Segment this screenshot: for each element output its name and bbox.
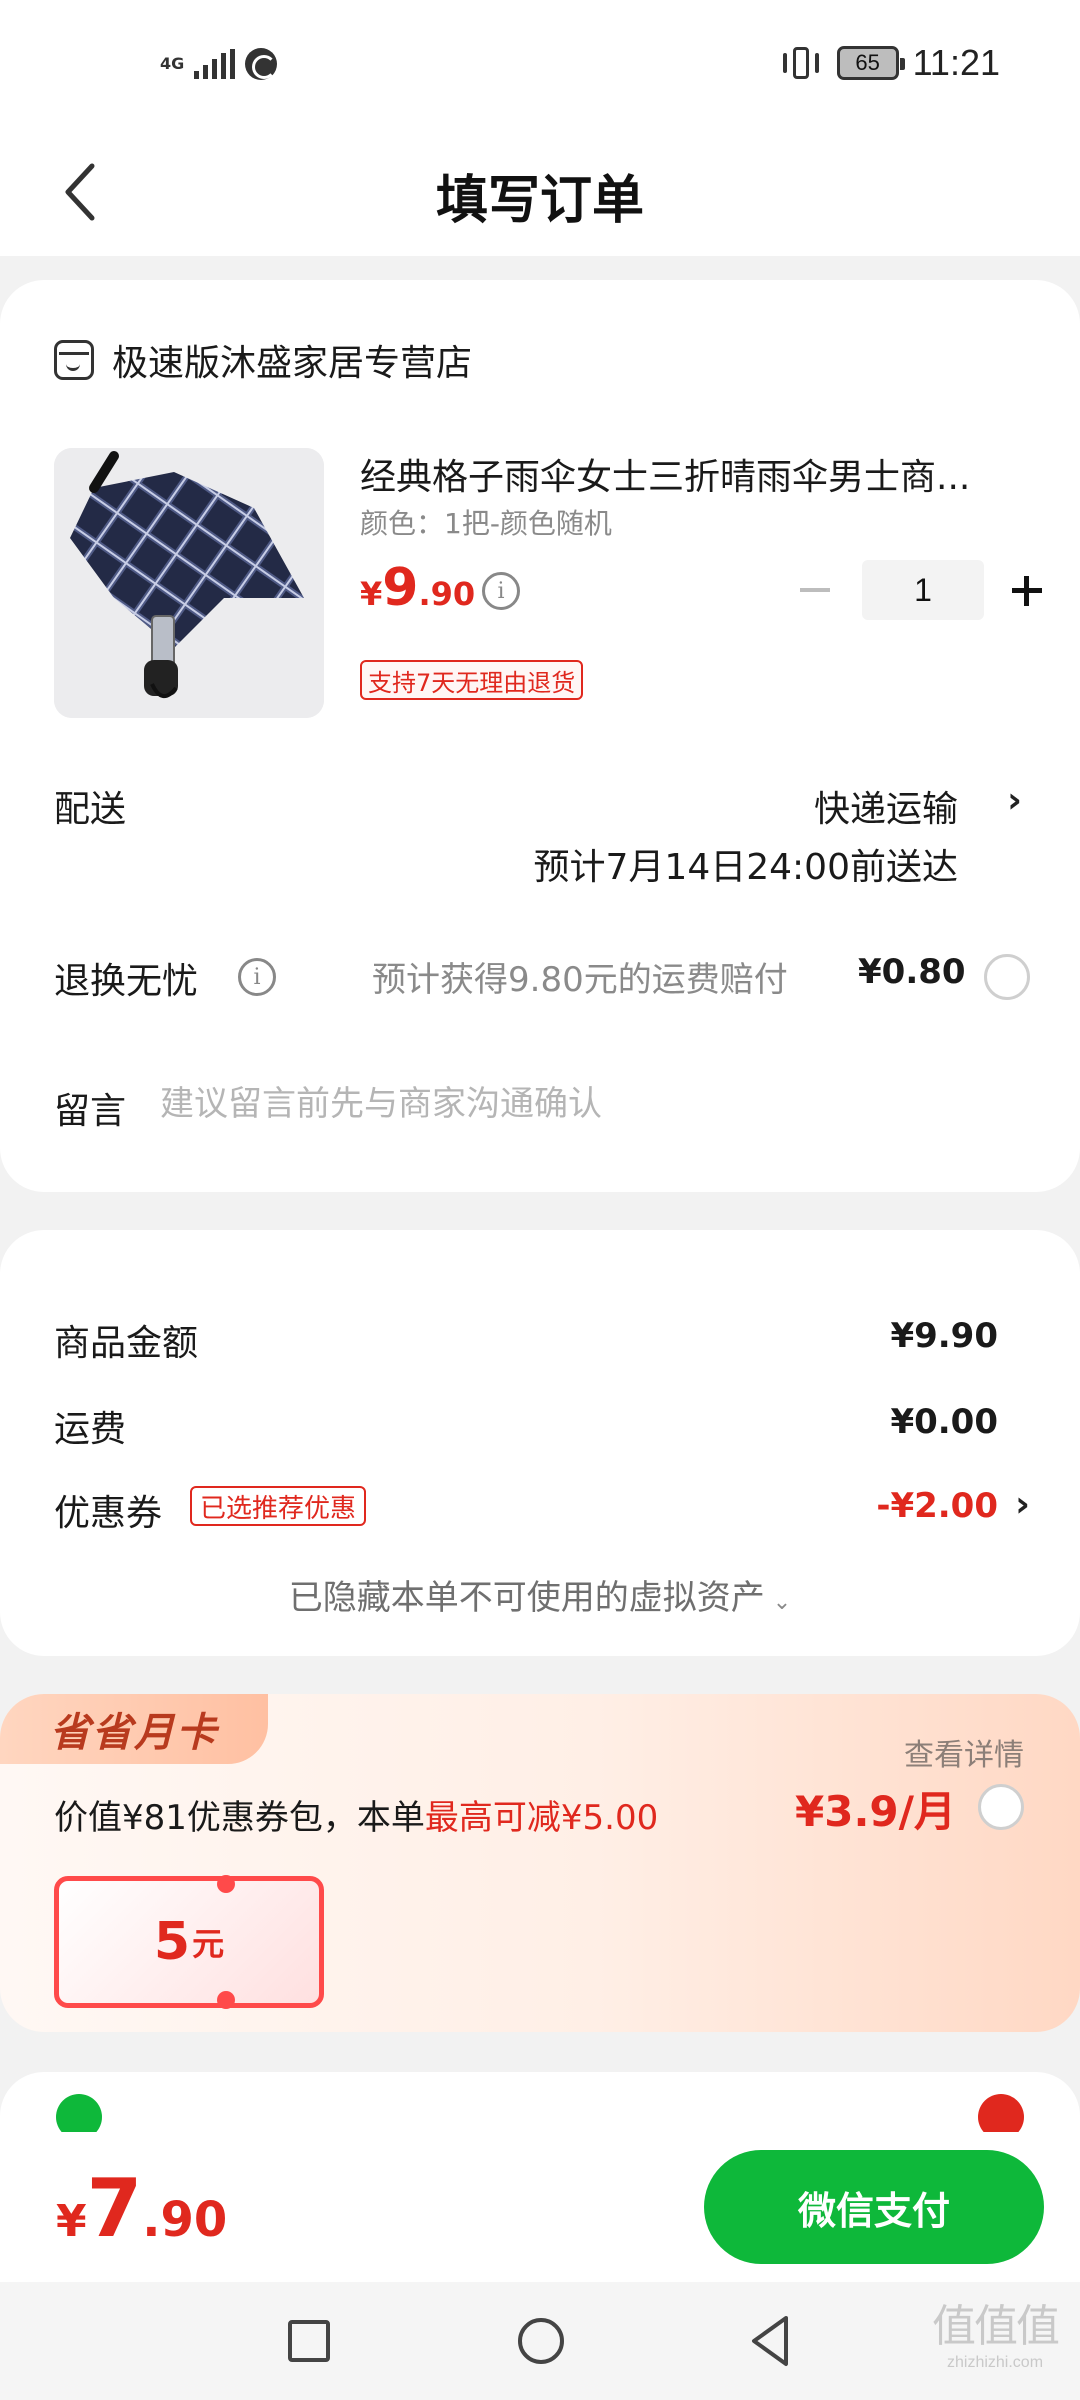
- note-label: 留言: [54, 1091, 127, 1132]
- goods-amount-value: ¥9.90: [890, 1316, 998, 1356]
- product-spec[interactable]: 颜色：1把-颜色随机: [360, 502, 612, 542]
- promo-tag: 省省月卡: [0, 1694, 268, 1764]
- price-info-icon[interactable]: i: [482, 572, 520, 610]
- promo-radio[interactable]: [978, 1784, 1024, 1830]
- bottom-bar: ¥ 7 .90 微信支付: [0, 2132, 1080, 2282]
- price-integer: 9: [382, 558, 419, 618]
- promo-desc-highlight: 最高可减¥5.00: [424, 1798, 659, 1838]
- view-detail-link[interactable]: 查看详情: [904, 1730, 1024, 1774]
- note-input[interactable]: [160, 1078, 1020, 1130]
- quantity-stepper: 1: [790, 560, 1056, 620]
- watermark: 值值值 zhizhizhi.com: [920, 2290, 1070, 2372]
- price-symbol: ¥: [360, 575, 383, 613]
- plus-button[interactable]: [996, 560, 1056, 620]
- hidden-assets-text: 已隐藏本单不可使用的虚拟资产: [288, 1578, 765, 1618]
- watermark-url: zhizhizhi.com: [946, 2354, 1044, 2371]
- order-card: 极速版沐盛家居专营店 经典格子雨伞女士三折晴雨伞男士商... 颜色：1把-颜色随…: [0, 280, 1080, 1192]
- store-row[interactable]: 极速版沐盛家居专营店: [54, 334, 472, 386]
- worry-free-price: ¥0.80: [858, 952, 966, 992]
- status-bar: 4G 65 11:21: [0, 0, 1080, 130]
- umbrella-image: [54, 448, 324, 718]
- worry-free-description: 预计获得9.80元的运费赔付: [372, 960, 788, 1000]
- return-policy-badge: 支持7天无理由退货: [360, 660, 584, 700]
- watermark-logo: 值值值: [932, 2301, 1060, 2352]
- recent-apps-icon[interactable]: [288, 2320, 330, 2362]
- vpn-globe-icon: [245, 48, 278, 80]
- monthly-card-promo: 省省月卡 查看详情 价值¥81优惠券包，本单最高可减¥5.00 ¥3.9/月 5…: [0, 1694, 1080, 2032]
- worry-free-info-icon[interactable]: i: [238, 958, 276, 996]
- delivery-label: 配送: [54, 789, 127, 830]
- promo-tag-text: 省省月卡: [50, 1710, 218, 1756]
- total-decimal: .90: [142, 2192, 228, 2248]
- ticket-amount: 5: [153, 1912, 191, 1972]
- total-symbol: ¥: [56, 2196, 87, 2247]
- store-name: 极速版沐盛家居专营店: [112, 343, 473, 384]
- chevron-down-icon: ⌄: [772, 1590, 792, 1615]
- coupon-badge: 已选推荐优惠: [190, 1486, 367, 1526]
- ticket-unit: 元: [192, 1925, 225, 1963]
- header: 填写订单: [0, 130, 1080, 256]
- nav-back-icon[interactable]: [746, 2314, 794, 2368]
- delivery-eta: 预计7月14日24:00前送达: [533, 847, 958, 888]
- promo-desc-prefix: 价值¥81优惠券包，本单: [54, 1798, 425, 1838]
- product-title[interactable]: 经典格子雨伞女士三折晴雨伞男士商...: [360, 448, 1030, 500]
- minus-button[interactable]: [790, 560, 840, 620]
- promo-description: 价值¥81优惠券包，本单最高可减¥5.00: [54, 1790, 658, 1839]
- worry-free-label: 退换无忧: [54, 961, 199, 1002]
- shipping-label: 运费: [54, 1409, 127, 1450]
- total-price: ¥ 7 .90: [56, 2162, 227, 2255]
- coupon-value[interactable]: -¥2.00: [876, 1486, 998, 1526]
- shipping-value: ¥0.00: [890, 1402, 998, 1442]
- price-summary-card: 商品金额 ¥9.90 运费 ¥0.00 优惠券 已选推荐优惠 -¥2.00 › …: [0, 1230, 1080, 1656]
- goods-amount-label: 商品金额: [54, 1323, 199, 1364]
- vibrate-icon: [779, 45, 823, 81]
- hidden-assets-toggle[interactable]: 已隐藏本单不可使用的虚拟资产 ⌄: [0, 1570, 1080, 1619]
- total-integer: 7: [86, 2162, 143, 2255]
- product-price: ¥ 9 .90: [360, 558, 475, 618]
- coupon-label[interactable]: 优惠券: [54, 1484, 162, 1536]
- system-nav-bar: 值值值 zhizhizhi.com: [0, 2282, 1080, 2400]
- store-icon: [54, 340, 94, 380]
- price-decimal: .90: [418, 575, 476, 613]
- quantity-value[interactable]: 1: [862, 560, 984, 620]
- coupon-ticket: 5 元: [54, 1875, 324, 2009]
- status-left: 4G: [160, 48, 278, 80]
- worry-free-radio[interactable]: [984, 954, 1030, 1000]
- wechat-pay-button[interactable]: 微信支付: [704, 2150, 1044, 2264]
- signal-icon: [194, 49, 236, 79]
- battery-icon: 65: [836, 46, 905, 80]
- product-image[interactable]: [54, 448, 324, 718]
- home-icon[interactable]: [518, 2318, 564, 2364]
- delivery-method[interactable]: 快递运输: [814, 780, 958, 832]
- clock: 11:21: [912, 42, 1000, 83]
- page-title: 填写订单: [435, 171, 644, 231]
- chevron-right-icon[interactable]: ›: [1015, 1484, 1030, 1525]
- promo-price: ¥3.9/月: [795, 1787, 956, 1836]
- battery-level: 65: [855, 50, 880, 75]
- network-type: 4G: [160, 54, 185, 73]
- status-right: 65 11:21: [779, 42, 1000, 84]
- chevron-right-icon[interactable]: ›: [1007, 780, 1022, 821]
